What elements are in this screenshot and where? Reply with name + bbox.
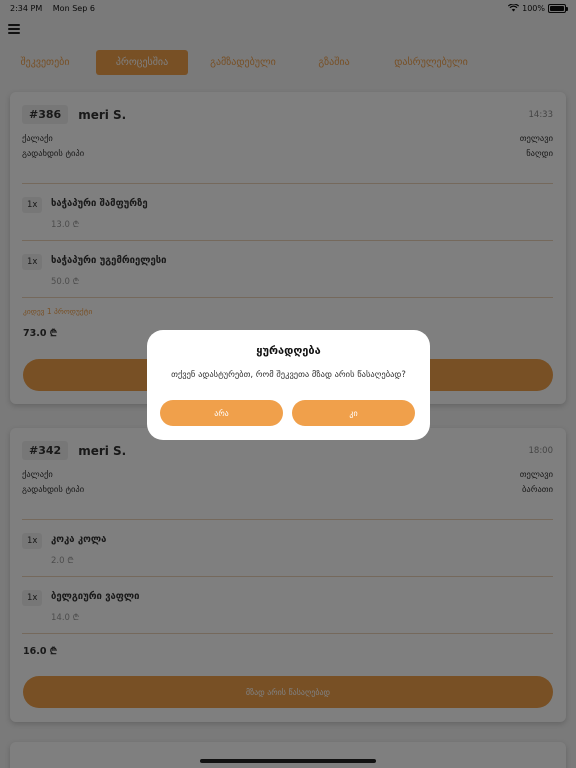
dialog-no-button[interactable]: არა xyxy=(160,400,283,426)
home-indicator[interactable] xyxy=(200,759,376,763)
dialog-message: თქვენ ადასტურებთ, რომ შეკვეთა მზად არის … xyxy=(171,370,406,380)
dialog-yes-button[interactable]: კი xyxy=(292,400,415,426)
dialog-title: ყურადღება xyxy=(256,344,321,357)
confirm-dialog: ყურადღება თქვენ ადასტურებთ, რომ შეკვეთა … xyxy=(147,330,430,440)
